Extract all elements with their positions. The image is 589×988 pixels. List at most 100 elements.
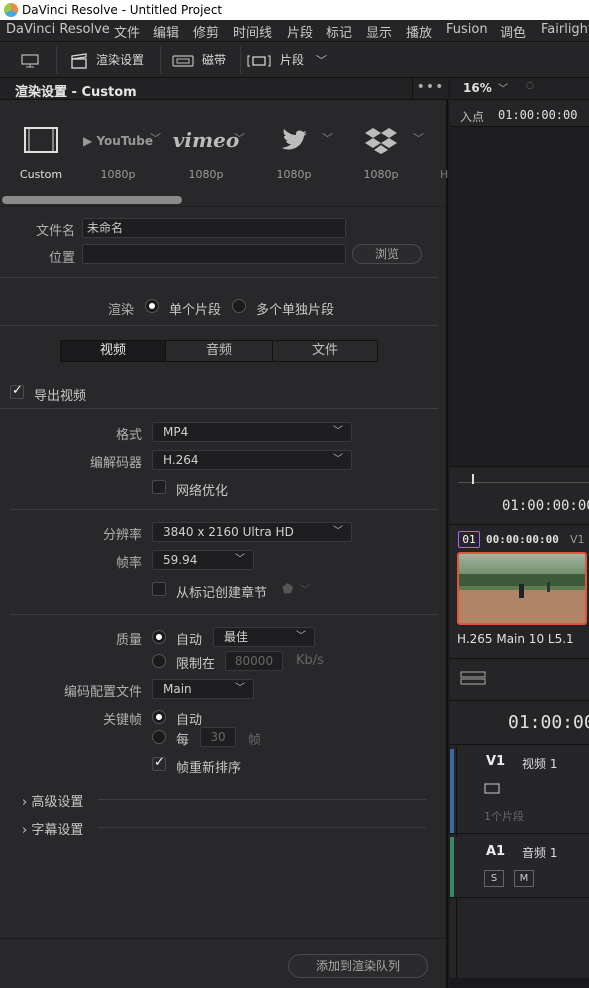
quality-auto-radio[interactable] — [152, 630, 166, 644]
divider — [450, 524, 589, 525]
divider — [450, 700, 589, 701]
divider — [98, 799, 426, 800]
render-settings-button[interactable]: 渲染设置 — [70, 42, 144, 78]
sky-region — [459, 554, 585, 576]
location-input[interactable] — [82, 244, 346, 264]
quality-limit-radio[interactable] — [152, 654, 166, 668]
monitor-icon[interactable] — [484, 783, 500, 795]
filename-input[interactable]: 未命名 — [82, 218, 346, 238]
keyframe-every-radio[interactable] — [152, 730, 166, 744]
browse-button[interactable]: 浏览 — [352, 244, 422, 264]
clip-thumbnail[interactable] — [457, 552, 587, 625]
tape-button[interactable]: 磁带 — [172, 42, 226, 78]
track-color-bar — [450, 749, 454, 833]
v1-track-header: V1 视频 1 1个片段 — [450, 749, 589, 833]
add-to-render-queue-button[interactable]: 添加到渲染队列 — [288, 954, 428, 978]
menu-playback[interactable]: 播放 — [406, 22, 432, 41]
keyframe-auto-label: 自动 — [176, 713, 203, 728]
framerate-label: 帧率 — [115, 556, 142, 571]
tab-video[interactable]: 视频 — [61, 341, 166, 361]
divider — [10, 614, 438, 615]
tape-icon — [172, 54, 194, 67]
more-options-button[interactable]: ••• — [412, 78, 448, 100]
preset-label: 1080p — [188, 168, 224, 181]
mute-button[interactable]: M — [514, 870, 534, 887]
frame-reorder-checkbox[interactable] — [152, 755, 166, 771]
quality-limit-input[interactable]: 80000 — [225, 651, 283, 671]
keyframe-every-label: 每 — [176, 733, 190, 748]
advanced-settings-toggle[interactable]: › 高级设置 — [22, 791, 83, 810]
title-bar: DaVinci Resolve - Untitled Project — [0, 0, 589, 20]
marker-color-icon: ⬟ — [282, 582, 294, 597]
divider — [450, 744, 589, 745]
toolbar-separator — [56, 46, 57, 74]
preset-custom[interactable]: Custom — [0, 102, 85, 192]
tab-audio[interactable]: 音频 — [166, 341, 273, 361]
playhead[interactable] — [472, 474, 474, 484]
keyframe-every-input[interactable]: 30 — [200, 727, 236, 747]
menu-file[interactable]: 文件 — [114, 22, 140, 41]
panel-title: 渲染设置 - Custom — [15, 85, 137, 100]
zoom-value[interactable]: 16% — [463, 81, 492, 95]
framerate-select[interactable]: 59.94 ﹀ — [152, 550, 254, 570]
quality-unit-label: Kb/s — [296, 653, 324, 668]
menu-mark[interactable]: 标记 — [326, 22, 352, 41]
solo-button[interactable]: S — [484, 870, 504, 887]
monitor-icon[interactable] — [20, 42, 40, 78]
render-single-radio[interactable] — [145, 299, 159, 313]
menu-view[interactable]: 显示 — [366, 22, 392, 41]
render-label: 渲染 — [107, 303, 134, 318]
scrubber-track[interactable] — [458, 482, 589, 483]
clip-button[interactable]: 片段 ﹀ — [246, 42, 327, 78]
export-video-checkbox[interactable] — [10, 383, 24, 399]
render-settings-label: 渲染设置 — [96, 53, 145, 67]
a1-track-name[interactable]: 音频 1 — [522, 844, 557, 861]
codec-label: 编解码器 — [89, 456, 142, 471]
menu-timeline[interactable]: 时间线 — [233, 22, 272, 41]
youtube-brand: YouTube — [96, 134, 153, 148]
clip-codec: H.265 Main 10 L5.1 — [457, 632, 574, 646]
toolbar-separator — [240, 46, 241, 74]
menu-fusion[interactable]: Fusion — [446, 22, 488, 37]
clip-timecode: 00:00:00:00 — [486, 533, 559, 546]
preset-label: 1080p — [363, 168, 399, 181]
chevron-right-icon: › — [22, 795, 28, 810]
preset-twitter[interactable]: ﹀ 1080p — [250, 102, 338, 192]
profile-select[interactable]: Main ﹀ — [152, 679, 254, 699]
keyframe-auto-radio[interactable] — [152, 710, 166, 724]
menu-trim[interactable]: 修剪 — [193, 22, 219, 41]
subtitle-settings-label: 字幕设置 — [31, 823, 84, 838]
preset-dropbox[interactable]: ﹀ 1080p — [337, 102, 425, 192]
menu-fairlight[interactable]: Fairlight — [541, 22, 589, 37]
tab-file[interactable]: 文件 — [273, 341, 377, 361]
subtitle-settings-toggle[interactable]: › 字幕设置 — [22, 819, 83, 838]
divider — [0, 206, 446, 207]
v1-track-name[interactable]: 视频 1 — [522, 755, 557, 772]
chapters-checkbox[interactable] — [152, 582, 166, 596]
resolution-select[interactable]: 3840 x 2160 Ultra HD ﹀ — [152, 522, 352, 542]
quality-auto-label: 自动 — [176, 633, 203, 648]
preset-vimeo[interactable]: vimeo ﹀ 1080p — [162, 102, 250, 192]
divider — [450, 897, 589, 898]
dropbox-icon — [365, 128, 397, 154]
menu-color[interactable]: 调色 — [500, 22, 526, 41]
window-title: DaVinci Resolve - Untitled Project — [22, 3, 223, 17]
render-multiple-radio[interactable] — [232, 299, 246, 313]
format-value: MP4 — [163, 425, 189, 439]
menu-clip[interactable]: 片段 — [287, 22, 313, 41]
codec-value: H.264 — [163, 453, 199, 467]
timeline-view-icon[interactable] — [460, 670, 486, 686]
preset-youtube[interactable]: ▶ YouTube ﹀ 1080p — [74, 102, 162, 192]
network-optimize-checkbox[interactable] — [152, 480, 166, 494]
quality-select[interactable]: 最佳 ﹀ — [213, 627, 315, 647]
presets-scrollbar[interactable] — [2, 196, 182, 204]
chevron-down-icon[interactable]: ﹀ — [498, 80, 508, 95]
right-panel: 16% ﹀ ○ 入点 01:00:00:00 01:00:00:00 01 00… — [450, 78, 589, 988]
chevron-down-icon: ﹀ — [333, 526, 343, 537]
export-video-label: 导出视频 — [34, 389, 87, 404]
codec-select[interactable]: H.264 ﹀ — [152, 450, 352, 470]
menu-davinci[interactable]: DaVinci Resolve — [6, 22, 110, 37]
format-select[interactable]: MP4 ﹀ — [152, 422, 352, 442]
keyframe-label: 关键帧 — [102, 713, 142, 728]
menu-edit[interactable]: 编辑 — [153, 22, 179, 41]
